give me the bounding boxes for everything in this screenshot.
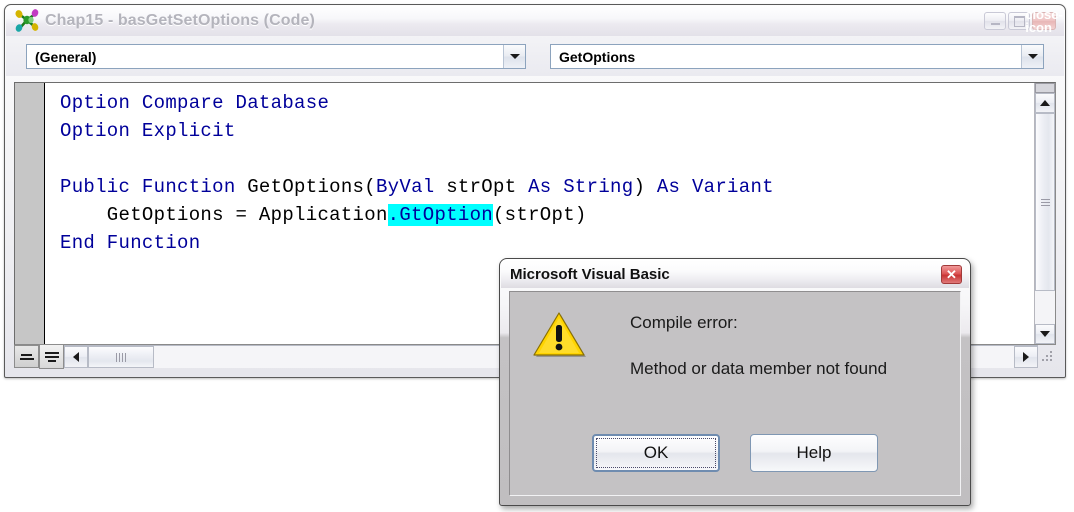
code-keyword: Public Function bbox=[60, 176, 248, 198]
chevron-up-icon bbox=[1040, 100, 1050, 106]
scroll-right-button[interactable] bbox=[1014, 346, 1038, 368]
vertical-scroll-track[interactable] bbox=[1035, 113, 1055, 324]
chevron-right-icon bbox=[1023, 352, 1029, 362]
minimize-icon bbox=[985, 13, 1005, 29]
code-line: GetOptions = Application.GtOption(strOpt… bbox=[60, 201, 774, 229]
code-window-combo-row: (General) GetOptions bbox=[6, 36, 1064, 76]
code-window-titlebar[interactable]: Chap15 - basGetSetOptions (Code) close-i… bbox=[6, 6, 1064, 36]
screen: Chap15 - basGetSetOptions (Code) close-i… bbox=[0, 0, 1074, 512]
view-mode-buttons bbox=[14, 344, 64, 369]
chevron-down-icon bbox=[1040, 331, 1050, 337]
dialog-body: Compile error: Method or data member not… bbox=[509, 291, 961, 496]
procedure-combo-value: GetOptions bbox=[559, 48, 636, 65]
chevron-down-icon bbox=[1027, 54, 1038, 59]
scroll-up-button[interactable] bbox=[1035, 93, 1055, 113]
chevron-left-icon bbox=[73, 352, 79, 362]
indicator-margin[interactable] bbox=[15, 83, 45, 344]
help-button-label: Help bbox=[796, 443, 832, 462]
code-token: (strOpt) bbox=[492, 204, 587, 226]
vertical-scrollbar-stub bbox=[1035, 83, 1055, 93]
code-window-title: Chap15 - basGetSetOptions (Code) bbox=[45, 12, 315, 29]
dialog-message-line2: Method or data member not found bbox=[630, 359, 888, 378]
dialog-button-row: OK Help bbox=[510, 434, 960, 472]
object-combo-value: (General) bbox=[35, 48, 97, 65]
code-token: ) bbox=[633, 176, 657, 198]
ok-button[interactable]: OK bbox=[592, 434, 720, 472]
code-selection: .GtOption bbox=[387, 204, 493, 226]
access-module-icon bbox=[14, 9, 40, 33]
procedure-view-icon bbox=[21, 353, 32, 356]
code-keyword: As String bbox=[528, 176, 634, 198]
code-token: strOpt bbox=[446, 176, 529, 198]
scroll-grip-icon bbox=[116, 352, 126, 362]
object-combo[interactable]: (General) bbox=[26, 44, 526, 69]
resize-grip[interactable] bbox=[1038, 349, 1056, 367]
code-line: Public Function GetOptions(ByVal strOpt … bbox=[60, 173, 774, 201]
scroll-down-button[interactable] bbox=[1035, 324, 1055, 344]
code-line: Option Explicit bbox=[60, 117, 774, 145]
procedure-combo-arrow-button[interactable] bbox=[1021, 45, 1043, 68]
code-keyword: ByVal bbox=[375, 176, 447, 198]
code-token: GetOptions = Application bbox=[60, 204, 388, 226]
close-icon: close-icon bbox=[1025, 7, 1063, 35]
dialog-close-button[interactable]: ✕ bbox=[941, 264, 962, 284]
horizontal-scroll-thumb[interactable] bbox=[88, 346, 154, 368]
code-line: End Function bbox=[60, 229, 774, 257]
help-button[interactable]: Help bbox=[750, 434, 878, 472]
code-text: Option Compare Database Option Explicit P… bbox=[60, 89, 774, 257]
code-keyword: Option Explicit bbox=[60, 120, 236, 142]
procedure-combo[interactable]: GetOptions bbox=[550, 44, 1044, 69]
code-token: GetOptions( bbox=[247, 176, 376, 198]
object-combo-arrow-button[interactable] bbox=[503, 45, 525, 68]
code-window-titlebar-buttons: close-icon bbox=[984, 7, 1063, 35]
chevron-down-icon bbox=[509, 54, 520, 59]
full-module-view-icon bbox=[44, 351, 59, 354]
procedure-view-button[interactable] bbox=[14, 345, 39, 368]
dialog-title: Microsoft Visual Basic bbox=[510, 265, 670, 283]
vertical-scroll-thumb[interactable] bbox=[1035, 113, 1055, 291]
dialog-message-line1: Compile error: bbox=[630, 313, 738, 332]
dialog-titlebar[interactable]: Microsoft Visual Basic ✕ bbox=[501, 260, 969, 288]
code-keyword: Option Compare Database bbox=[60, 92, 330, 114]
scroll-grip-icon bbox=[1040, 197, 1050, 208]
minimize-button[interactable] bbox=[984, 12, 1006, 30]
compile-error-dialog: Microsoft Visual Basic ✕ Compile error: … bbox=[499, 258, 971, 506]
code-keyword: End Function bbox=[60, 232, 201, 254]
scroll-left-button[interactable] bbox=[64, 346, 88, 368]
full-module-view-button[interactable] bbox=[39, 344, 64, 369]
close-icon: ✕ bbox=[946, 266, 957, 282]
ok-button-label: OK bbox=[643, 443, 669, 462]
code-keyword: As Variant bbox=[656, 176, 774, 198]
code-line: Option Compare Database bbox=[60, 89, 774, 117]
close-button[interactable]: close-icon bbox=[1025, 7, 1063, 35]
vertical-scrollbar[interactable] bbox=[1034, 83, 1055, 344]
warning-triangle-icon bbox=[532, 310, 586, 358]
